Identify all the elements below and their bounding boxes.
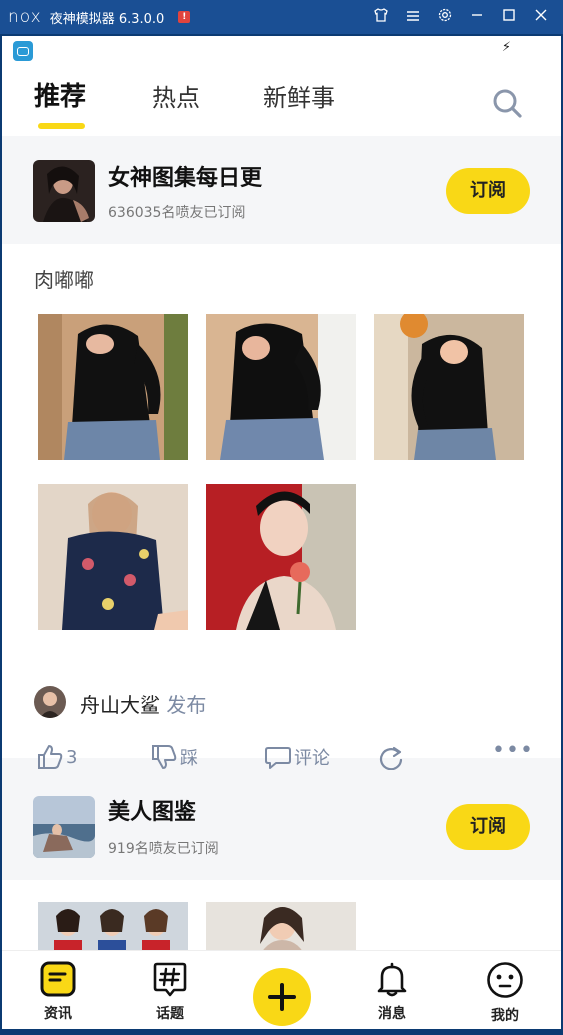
alert-badge[interactable]: ! [178, 11, 191, 23]
tab-hot[interactable]: 热点 [152, 78, 200, 113]
emulator-titlebar: nox 夜神模拟器 6.3.0.0 ! [0, 0, 563, 34]
news-icon [40, 961, 76, 997]
nav-messages[interactable]: 消息 [360, 961, 424, 1023]
post-image[interactable] [206, 314, 356, 460]
emulator-title: 夜神模拟器 6.3.0.0 [49, 11, 165, 27]
post-image[interactable] [38, 484, 188, 630]
dislike-label: 踩 [180, 748, 198, 769]
share-icon [379, 746, 403, 770]
nav-topics-label: 话题 [156, 1006, 184, 1022]
window-controls [365, 0, 557, 34]
post-button[interactable] [253, 968, 311, 1026]
channel-header[interactable]: 女神图集每日更 636035名喷友已订阅 订阅 [2, 136, 561, 244]
tab-recommend[interactable]: 推荐 [34, 76, 86, 113]
author-action: 发布 [166, 693, 207, 717]
post-image[interactable] [38, 314, 188, 460]
subscribe-button[interactable]: 订阅 [446, 168, 530, 214]
nav-news-label: 资讯 [44, 1006, 72, 1022]
nav-topics[interactable]: 话题 [138, 961, 202, 1023]
menu-icon[interactable] [397, 8, 429, 26]
app-notification-icon [13, 41, 33, 61]
bell-icon [377, 962, 407, 997]
channel-subscribers: 919名喷友已订阅 [108, 841, 219, 857]
subscribe-button[interactable]: 订阅 [446, 804, 530, 850]
post-image[interactable] [374, 314, 524, 460]
shirt-icon[interactable] [365, 7, 397, 27]
author-avatar[interactable] [34, 686, 66, 718]
search-icon[interactable] [490, 86, 524, 120]
post-title: 肉嘟嘟 [34, 268, 94, 292]
nav-messages-label: 消息 [378, 1006, 406, 1022]
post-image[interactable] [206, 484, 356, 630]
channel-avatar [33, 796, 95, 858]
hashtag-icon [153, 962, 187, 997]
settings-icon[interactable] [429, 7, 461, 27]
thumb-up-icon [38, 745, 63, 769]
like-button[interactable]: 3 [36, 744, 77, 770]
nox-logo: nox [8, 7, 42, 27]
channel-avatar [33, 160, 95, 222]
more-icon[interactable]: ••• [492, 738, 534, 763]
share-button[interactable] [378, 744, 408, 770]
post-card[interactable] [2, 880, 561, 962]
nav-me-label: 我的 [491, 1008, 519, 1024]
channel-title: 女神图集每日更 [108, 166, 263, 191]
comment-button[interactable]: 评论 [264, 744, 330, 770]
post-card[interactable]: 肉嘟嘟 舟山大鲨 发布 3 踩 评论 ••• [2, 244, 561, 770]
like-count: 3 [66, 746, 78, 768]
nav-news[interactable]: 资讯 [26, 961, 90, 1023]
close-icon[interactable] [525, 8, 557, 26]
author-line: 舟山大鲨 发布 [80, 689, 206, 718]
thumb-down-icon [152, 745, 177, 769]
comment-label: 评论 [294, 748, 330, 769]
channel-subscribers: 636035名喷友已订阅 [108, 205, 246, 221]
nav-me[interactable]: 我的 [473, 961, 537, 1025]
author-name[interactable]: 舟山大鲨 [80, 693, 160, 717]
flash-icon: ⚡ [501, 40, 511, 55]
channel-header[interactable]: 美人图鉴 919名喷友已订阅 订阅 [2, 772, 561, 880]
face-icon [487, 962, 523, 998]
tab-fresh[interactable]: 新鲜事 [263, 78, 335, 113]
channel-title: 美人图鉴 [108, 800, 197, 825]
phone-screen: ⚡ 推荐 热点 新鲜事 女神图集每日更 636035名喷友已订阅 订阅 肉嘟嘟 [2, 36, 561, 1029]
dislike-button[interactable]: 踩 [150, 744, 198, 770]
maximize-icon[interactable] [493, 8, 525, 26]
bottom-nav: 资讯 话题 消息 我的 [2, 950, 561, 1029]
top-tabs: 推荐 热点 新鲜事 [2, 64, 561, 136]
comment-icon [265, 747, 291, 769]
status-bar: ⚡ [2, 36, 561, 64]
plus-icon [268, 983, 296, 1011]
active-tab-indicator [38, 123, 85, 129]
minimize-icon[interactable] [461, 8, 493, 26]
